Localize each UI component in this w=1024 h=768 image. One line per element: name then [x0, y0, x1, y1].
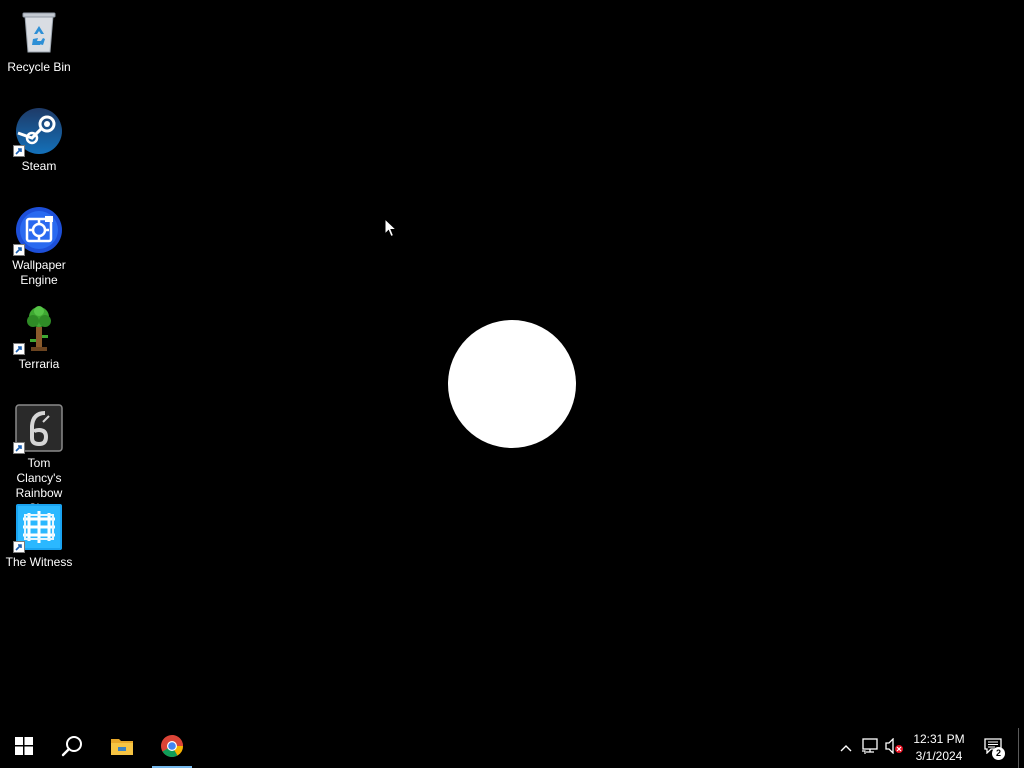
shortcut-arrow-icon — [13, 541, 25, 553]
desktop-icon-label: Recycle Bin — [7, 60, 71, 74]
clock-time: 12:31 PM — [913, 732, 965, 746]
file-explorer-icon — [110, 736, 134, 761]
desktop-icon-label: Steam — [21, 159, 57, 173]
search-icon — [61, 735, 83, 762]
network-icon — [861, 737, 879, 759]
steam-icon — [13, 107, 63, 157]
windows-start-icon — [15, 736, 33, 760]
notification-count-badge: 2 — [992, 746, 1005, 760]
show-hidden-icons-button[interactable] — [836, 738, 856, 758]
desktop[interactable]: Recycle Bin Steam Wallpaper Engine Terra… — [0, 0, 1024, 728]
the-witness-icon — [13, 503, 63, 553]
volume-muted-icon — [884, 736, 904, 759]
desktop-icon-label: The Witness — [5, 555, 73, 569]
shortcut-arrow-icon — [13, 244, 25, 256]
shortcut-arrow-icon — [13, 343, 25, 355]
action-center-button[interactable]: 2 — [982, 737, 1005, 760]
taskbar-chrome-button[interactable] — [148, 728, 196, 768]
recycle-bin-icon — [15, 8, 63, 56]
chevron-up-icon — [840, 739, 852, 757]
desktop-icon-label: Terraria — [18, 357, 60, 371]
taskbar: 12:31 PM 3/1/2024 2 — [0, 728, 1024, 768]
desktop-icon-rainbow-six[interactable]: Tom Clancy's Rainbow Si... — [2, 404, 76, 516]
start-button[interactable] — [0, 728, 48, 768]
desktop-icon-the-witness[interactable]: The Witness — [2, 503, 76, 570]
chrome-icon — [160, 734, 184, 763]
search-button[interactable] — [48, 728, 96, 768]
desktop-icon-terraria[interactable]: Terraria — [2, 305, 76, 372]
desktop-icon-recycle-bin[interactable]: Recycle Bin — [2, 8, 76, 75]
loading-circle — [448, 320, 576, 448]
volume-tray-button[interactable] — [884, 736, 904, 759]
desktop-icon-label: Wallpaper Engine — [12, 258, 66, 287]
shortcut-arrow-icon — [13, 442, 25, 454]
shortcut-arrow-icon — [13, 145, 25, 157]
taskbar-clock[interactable]: 12:31 PM 3/1/2024 — [906, 731, 972, 765]
show-desktop-button[interactable] — [1018, 728, 1024, 768]
rainbow-six-icon — [13, 404, 63, 454]
notification-icon: 2 — [984, 737, 1005, 760]
clock-date: 3/1/2024 — [915, 749, 963, 763]
desktop-icon-steam[interactable]: Steam — [2, 107, 76, 174]
mouse-cursor-icon — [384, 217, 398, 238]
wallpaper-engine-icon — [13, 206, 63, 256]
terraria-icon — [13, 305, 63, 355]
taskbar-file-explorer-button[interactable] — [98, 728, 146, 768]
network-tray-button[interactable] — [860, 737, 880, 759]
desktop-icon-wallpaper-engine[interactable]: Wallpaper Engine — [2, 206, 76, 288]
